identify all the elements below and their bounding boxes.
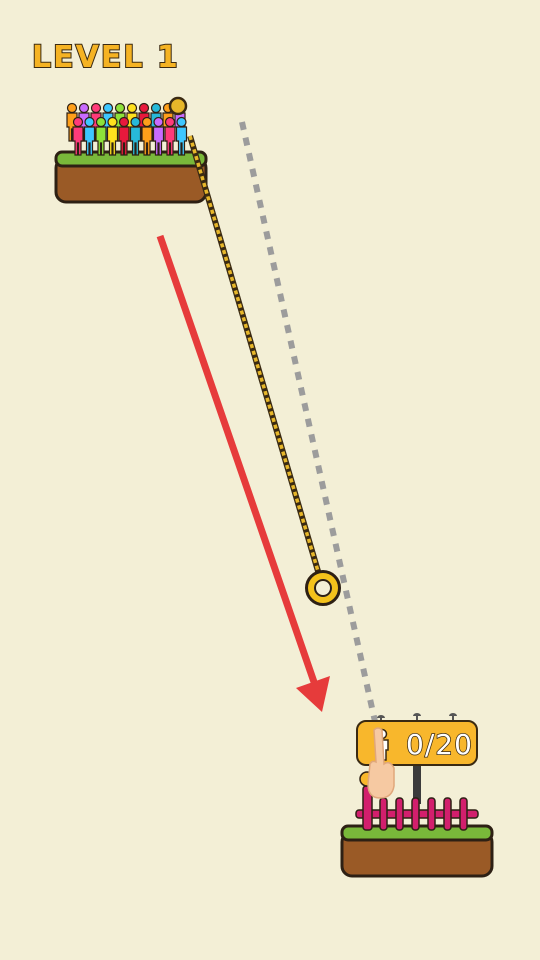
person-icon [375, 728, 389, 761]
game-stage[interactable]: LEVEL 1 0/20 [0, 0, 540, 960]
guide-dotted-line [239, 121, 381, 736]
crowd-person [141, 116, 153, 156]
scene-layer [54, 96, 494, 878]
rope-ring-handle[interactable] [305, 570, 341, 606]
goal-counter-badge: 0/20 [356, 720, 478, 766]
crowd-person [164, 116, 176, 156]
goal-counter-text: 0/20 [405, 727, 473, 762]
swipe-arrow-icon [156, 234, 330, 712]
start-island [54, 150, 208, 204]
crowd-person [72, 116, 84, 156]
crowd-person [118, 116, 130, 156]
crowd-person [129, 116, 142, 156]
goal-island [340, 824, 494, 878]
crowd-person [106, 116, 119, 156]
crowd-person [175, 116, 188, 156]
crowd-person [95, 116, 107, 156]
crowd-group [66, 102, 188, 156]
crowd-person [152, 116, 165, 156]
crowd-person [83, 116, 96, 156]
